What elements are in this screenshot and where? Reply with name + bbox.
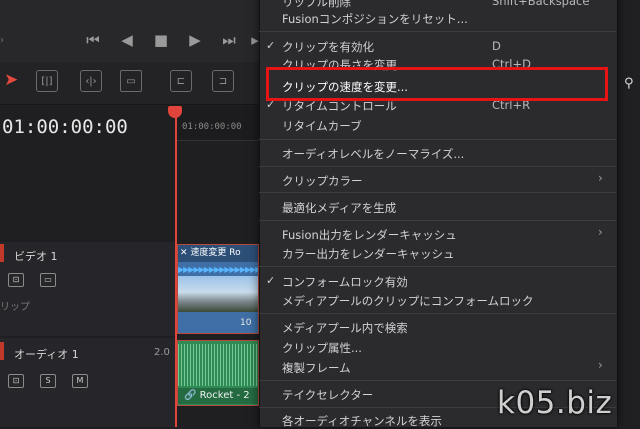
close-icon[interactable]: ✕ (180, 248, 190, 258)
play-icon[interactable]: ▶ (184, 30, 206, 50)
menu-separator (259, 31, 616, 32)
video-track-clip-count: リップ (0, 302, 30, 313)
menu-item-conform-lock-media-pool[interactable]: メディアプールのクリップにコンフォームロック (282, 293, 534, 309)
shortcut-enable-clip: D (492, 39, 501, 53)
video-clip-speed-label: 10 (240, 318, 252, 328)
check-icon: ✓ (266, 39, 276, 52)
menu-separator (259, 139, 616, 140)
menu-separator (259, 380, 616, 381)
menu-item-take-selector[interactable]: テイクセレクター (282, 387, 373, 403)
ruler-timecode-label: 01:00:00:00 (182, 122, 242, 132)
check-icon: ✓ (266, 274, 276, 287)
trim-tool-icon[interactable]: [|] (36, 70, 58, 92)
menu-separator (259, 166, 616, 167)
menu-separator (259, 313, 616, 314)
go-to-start-icon[interactable]: ⏮ (82, 30, 104, 50)
video-clip-header: ✕ 速度変更 Ro (178, 245, 258, 262)
audio-track-color-tag (0, 342, 4, 360)
video-clip-title: 速度変更 Ro (190, 248, 241, 258)
stop-icon[interactable]: ■ (150, 30, 172, 50)
timeline-timecode[interactable]: 01:00:00:00 (2, 116, 128, 138)
submenu-arrow-icon: › (598, 171, 603, 185)
menu-item-reset-fusion[interactable]: Fusionコンポジションをリセット... (282, 11, 468, 27)
menu-item-render-cache-fusion[interactable]: Fusion出力をレンダーキャッシュ (282, 227, 457, 243)
audio-lock-icon[interactable]: ⊡ (8, 374, 24, 388)
menu-separator (259, 192, 616, 193)
mute-button[interactable]: M (72, 374, 88, 388)
dynamic-trim-icon[interactable]: ‹|› (80, 70, 102, 92)
blade-tool-icon[interactable]: ▭ (120, 70, 142, 92)
video-track-color-tag (0, 244, 4, 262)
solo-button[interactable]: S (40, 374, 56, 388)
shortcut-ripple-delete: Shift+Backspace (492, 0, 590, 8)
playhead-line[interactable] (175, 108, 177, 427)
menu-item-clip-attributes[interactable]: クリップ属性... (282, 340, 362, 356)
overwrite-clip-icon[interactable]: ⊐ (212, 70, 234, 92)
audio-clip-footer: 🔗 Rocket - 2 (178, 388, 258, 404)
menu-item-duplicate-frames[interactable]: 複製フレーム (282, 360, 351, 376)
submenu-arrow-icon: › (598, 225, 603, 239)
video-clip-thumbnail (178, 276, 258, 312)
menu-item-optimized-media[interactable]: 最適化メディアを生成 (282, 200, 396, 216)
search-icon[interactable]: ⚲ (624, 76, 634, 91)
track-enable-icon[interactable]: ▭ (40, 273, 56, 287)
lock-track-icon[interactable]: ⊡ (8, 273, 24, 287)
audio-track-level: 2.0 (154, 347, 170, 358)
selection-tool-icon[interactable]: ➤ (4, 70, 18, 90)
right-panel-edge (616, 0, 640, 427)
menu-item-conform-lock[interactable]: コンフォームロック有効 (282, 274, 408, 290)
go-to-end-icon[interactable]: ⏭ (218, 30, 240, 50)
menu-item-enable-clip[interactable]: クリップを有効化 (282, 39, 374, 55)
play-reverse-icon[interactable]: ◀ (116, 30, 138, 50)
menu-item-render-cache-color[interactable]: カラー出力をレンダーキャッシュ (282, 246, 455, 262)
menu-item-normalize-audio[interactable]: オーディオレベルをノーマライズ... (282, 146, 464, 162)
submenu-arrow-icon: › (598, 358, 603, 372)
menu-item-find-in-media-pool[interactable]: メディアプール内で検索 (282, 320, 408, 336)
menu-item-clip-color[interactable]: クリップカラー (282, 173, 363, 189)
watermark-text: k05.biz (497, 385, 613, 421)
highlight-box (266, 67, 608, 101)
audio-waveform (178, 344, 258, 386)
video-track-name: ビデオ 1 (14, 250, 58, 263)
menu-separator (259, 266, 616, 267)
insert-clip-icon[interactable]: ⊏ (170, 70, 192, 92)
audio-clip-title: Rocket - 2 (199, 390, 250, 401)
speed-change-arrows: ▶▶▶▶▶▶▶▶▶▶▶▶▶▶▶▶ (178, 265, 258, 274)
chevron-left-icon[interactable]: › (0, 35, 6, 46)
link-icon: 🔗 (184, 390, 200, 401)
menu-separator (259, 220, 616, 221)
menu-item-ripple-delete[interactable]: リップル削除 (282, 0, 351, 10)
audio-track-name: オーディオ 1 (14, 348, 79, 361)
menu-item-retime-curve[interactable]: リタイムカーブ (282, 118, 362, 134)
